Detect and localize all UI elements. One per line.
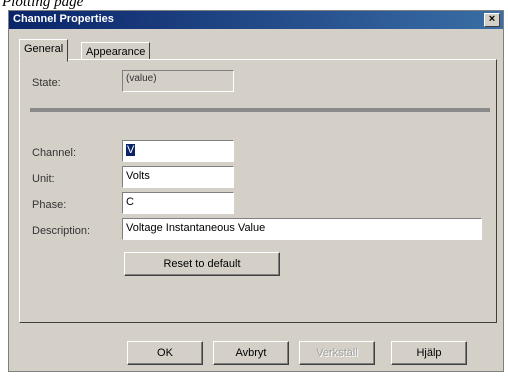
unit-input[interactable]: Volts: [122, 166, 234, 188]
channel-value: V: [126, 144, 136, 156]
apply-button[interactable]: Verkställ: [299, 341, 375, 365]
description-input[interactable]: Voltage Instantaneous Value: [122, 218, 482, 240]
channel-label: Channel:: [32, 147, 77, 159]
phase-label: Phase:: [32, 199, 67, 211]
tab-general-label: General: [24, 43, 64, 55]
general-tab-panel: State: (value) Channel: V Unit: Volts Ph…: [19, 59, 497, 323]
state-value-field: (value): [122, 70, 234, 92]
close-button[interactable]: ×: [484, 13, 500, 27]
channel-input[interactable]: V: [122, 140, 234, 162]
help-button[interactable]: Hjälp: [391, 341, 467, 365]
tab-appearance-label: Appearance: [86, 46, 146, 58]
phase-input[interactable]: C: [122, 192, 234, 214]
description-label: Description:: [32, 225, 91, 237]
cancel-button[interactable]: Avbryt: [213, 341, 289, 365]
state-label: State:: [32, 77, 61, 89]
separator: [30, 108, 490, 112]
close-icon: ×: [488, 13, 496, 25]
title-bar[interactable]: Channel Properties ×: [9, 11, 503, 29]
dialog-title: Channel Properties: [13, 13, 114, 25]
channel-properties-dialog: Channel Properties × General Appearance …: [8, 10, 504, 372]
tab-general[interactable]: General: [19, 39, 69, 62]
reset-to-default-button[interactable]: Reset to default: [124, 252, 280, 276]
ok-button[interactable]: OK: [127, 341, 203, 365]
unit-label: Unit:: [32, 173, 55, 185]
